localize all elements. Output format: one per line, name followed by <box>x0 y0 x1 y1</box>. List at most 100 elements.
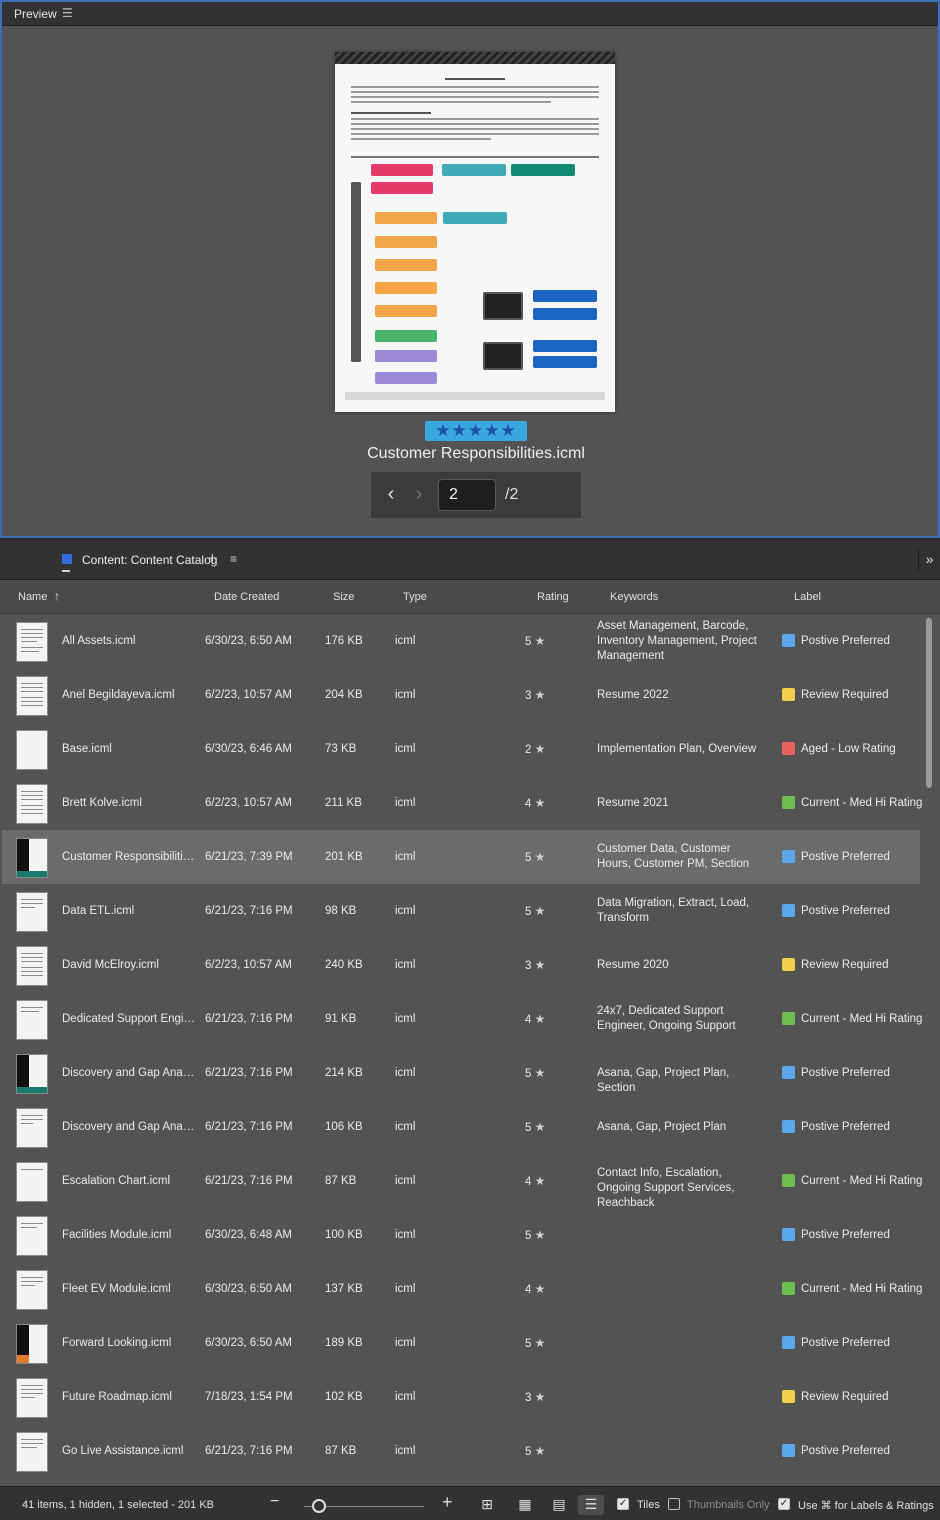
file-date: 6/21/23, 7:16 PM <box>205 1013 293 1025</box>
label-color-swatch <box>782 958 795 971</box>
file-rating[interactable]: 3 ★ <box>525 958 545 974</box>
star-icon: ★ <box>534 1066 546 1080</box>
file-size: 91 KB <box>325 1013 357 1025</box>
file-date: 6/30/23, 6:46 AM <box>205 743 292 755</box>
file-size: 204 KB <box>325 689 363 701</box>
file-size: 98 KB <box>325 905 357 917</box>
file-rating[interactable]: 3 ★ <box>525 688 545 704</box>
file-type: icml <box>395 851 416 863</box>
file-label: Current - Med Hi Rating <box>801 1013 922 1025</box>
file-rating[interactable]: 4 ★ <box>525 796 545 812</box>
view-list-icon[interactable]: ☰ <box>578 1495 604 1515</box>
column-header-name[interactable]: Name <box>18 591 47 603</box>
file-rating[interactable]: 3 ★ <box>525 1390 545 1406</box>
file-keywords: Asset Management, Barcode, Inventory Man… <box>597 620 757 662</box>
zoom-in-icon[interactable]: + <box>442 1492 453 1513</box>
list-item[interactable]: Discovery and Gap Anaysis.icml 6/21/23, … <box>2 1046 920 1100</box>
star-icon: ★ <box>534 796 546 810</box>
file-name: Facilities Module.icml <box>62 1229 172 1241</box>
add-tab-icon[interactable]: + <box>208 550 217 567</box>
file-rating[interactable]: 5 ★ <box>525 1066 545 1082</box>
list-item[interactable]: Brett Kolve.icml 6/2/23, 10:57 AM 211 KB… <box>2 776 922 830</box>
file-rating[interactable]: 4 ★ <box>525 1282 545 1298</box>
chevron-left-icon[interactable]: ‹ <box>381 483 401 507</box>
file-keywords: Asana, Gap, Project Plan <box>597 1121 727 1133</box>
zoom-out-icon[interactable]: − <box>270 1493 279 1511</box>
use-cmd-checkbox[interactable]: ✓ <box>778 1498 790 1510</box>
star-icon: ★ <box>534 1444 546 1458</box>
list-item[interactable]: Escalation Chart.icml 6/21/23, 7:16 PM 8… <box>2 1154 922 1209</box>
column-header-keywords[interactable]: Keywords <box>610 591 658 603</box>
chevron-right-icon[interactable]: › <box>409 483 429 507</box>
column-header-label[interactable]: Label <box>794 591 821 603</box>
tab-content-catalog[interactable]: Content: Content Catalog + <box>62 550 217 572</box>
expand-panel-icon[interactable]: » <box>918 548 940 572</box>
label-color-swatch <box>782 1120 795 1133</box>
file-rating[interactable]: 5 ★ <box>525 1444 545 1460</box>
column-header-rating[interactable]: Rating <box>537 591 569 603</box>
grid-lock-icon[interactable]: ⊞ <box>474 1495 500 1515</box>
page-number-input[interactable] <box>438 479 496 511</box>
sort-ascending-icon[interactable]: ↑ <box>54 589 60 603</box>
list-item[interactable]: Anel Begildayeva.icml 6/2/23, 10:57 AM 2… <box>2 668 920 722</box>
file-rating[interactable]: 4 ★ <box>525 1012 545 1028</box>
file-rating[interactable]: 5 ★ <box>525 904 545 920</box>
hamburger-icon[interactable]: ☰ <box>62 6 73 20</box>
status-bar: 41 items, 1 hidden, 1 selected - 201 KB … <box>0 1486 940 1520</box>
rating-stars[interactable]: ★★★★★ <box>425 421 527 441</box>
file-type: icml <box>395 689 416 701</box>
file-rating[interactable]: 2 ★ <box>525 742 545 758</box>
list-item[interactable]: Go Live Assistance.icml 6/21/23, 7:16 PM… <box>2 1424 920 1478</box>
file-rating[interactable]: 5 ★ <box>525 850 545 866</box>
thumbnails-only-checkbox[interactable] <box>668 1498 680 1510</box>
file-rating[interactable]: 5 ★ <box>525 1228 545 1244</box>
column-header-type[interactable]: Type <box>403 591 427 603</box>
file-size: 87 KB <box>325 1445 357 1457</box>
file-date: 6/30/23, 6:50 AM <box>205 1337 292 1349</box>
star-icon: ★ <box>534 1390 546 1404</box>
file-label: Postive Preferred <box>801 851 890 863</box>
list-item[interactable]: Data ETL.icml 6/21/23, 7:16 PM 98 KB icm… <box>2 884 920 938</box>
list-item[interactable]: Facilities Module.icml 6/30/23, 6:48 AM … <box>2 1208 920 1262</box>
column-header-date[interactable]: Date Created <box>214 591 279 603</box>
file-name: All Assets.icml <box>62 635 136 647</box>
file-label: Postive Preferred <box>801 635 890 647</box>
file-type: icml <box>395 1121 416 1133</box>
preview-panel-title[interactable]: Preview <box>14 7 57 21</box>
file-type: icml <box>395 905 416 917</box>
file-name: Base.icml <box>62 743 112 755</box>
file-type: icml <box>395 959 416 971</box>
list-item[interactable]: Future Roadmap.icml 7/18/23, 1:54 PM 102… <box>2 1370 920 1424</box>
file-label: Current - Med Hi Rating <box>801 1175 922 1187</box>
view-details-icon[interactable]: ▤ <box>546 1495 572 1515</box>
panel-menu-icon[interactable]: ≡ <box>230 552 237 566</box>
file-rating[interactable]: 4 ★ <box>525 1174 545 1190</box>
file-thumbnail <box>16 730 48 770</box>
list-item[interactable]: Discovery and Gap Anaysis.icml 6/21/23, … <box>2 1100 920 1154</box>
label-color-swatch <box>782 796 795 809</box>
file-rating[interactable]: 5 ★ <box>525 634 545 650</box>
tiles-checkbox[interactable]: ✓ <box>617 1498 629 1510</box>
slider-handle[interactable] <box>312 1499 326 1513</box>
list-item-selected[interactable]: Customer Responsibilities.icml 6/21/23, … <box>2 830 920 884</box>
vertical-scrollbar[interactable] <box>926 618 932 788</box>
list-item[interactable]: Base.icml 6/30/23, 6:46 AM 73 KB icml 2 … <box>2 722 920 776</box>
preview-filename: Customer Responsibilities.icml <box>367 445 585 462</box>
column-header-size[interactable]: Size <box>333 591 354 603</box>
file-name: Data ETL.icml <box>62 905 135 917</box>
list-item[interactable]: All Assets.icml 6/30/23, 6:50 AM 176 KB … <box>2 614 920 668</box>
label-color-swatch <box>782 1390 795 1403</box>
file-type: icml <box>395 1391 416 1403</box>
view-thumbnails-icon[interactable]: ▦ <box>512 1495 538 1515</box>
file-date: 6/30/23, 6:48 AM <box>205 1229 292 1241</box>
list-item[interactable]: Dedicated Support Engineer.icml 6/21/23,… <box>2 992 922 1046</box>
file-thumbnail <box>16 1324 48 1364</box>
list-item[interactable]: David McElroy.icml 6/2/23, 10:57 AM 240 … <box>2 938 920 992</box>
file-rating[interactable]: 5 ★ <box>525 1120 545 1136</box>
file-size: 87 KB <box>325 1175 357 1187</box>
file-keywords: Customer Data, Customer Hours, Customer … <box>597 843 750 870</box>
star-icon: ★ <box>534 1120 546 1134</box>
list-item[interactable]: Forward Looking.icml 6/30/23, 6:50 AM 18… <box>2 1316 920 1370</box>
file-rating[interactable]: 5 ★ <box>525 1336 545 1352</box>
list-item[interactable]: Fleet EV Module.icml 6/30/23, 6:50 AM 13… <box>2 1262 922 1316</box>
